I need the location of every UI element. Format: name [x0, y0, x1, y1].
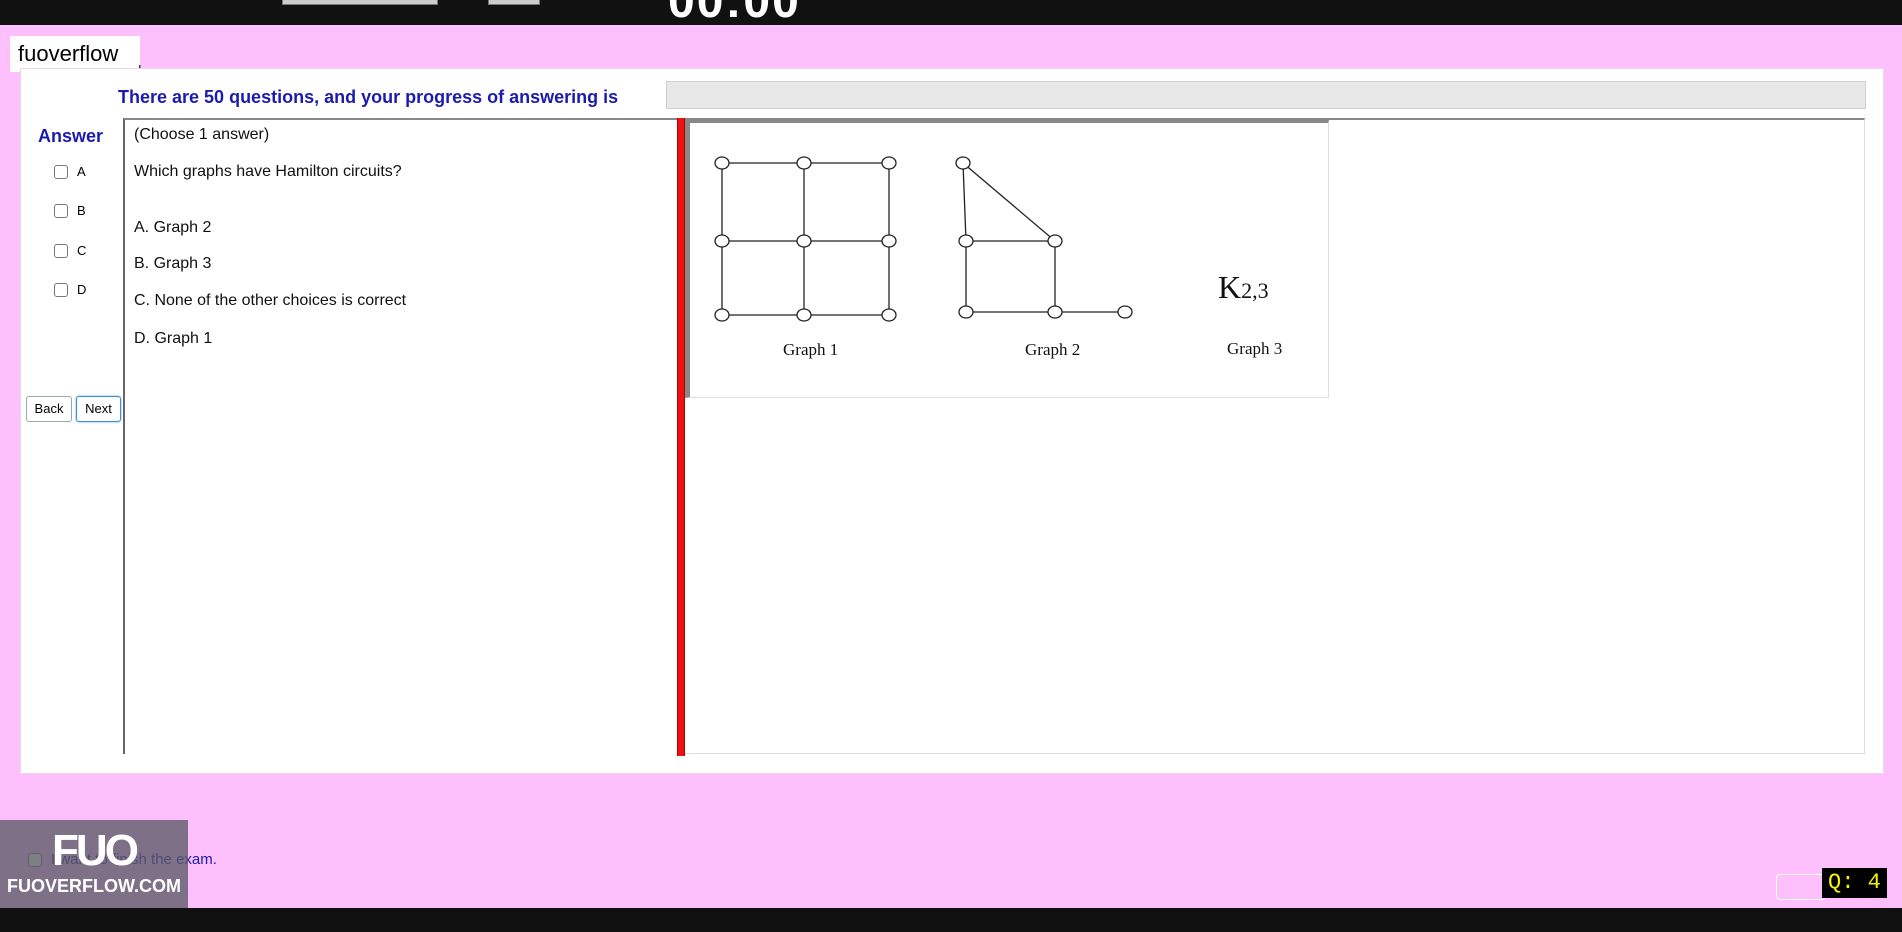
- logo-text: FUOVERFLOW.COM: [7, 876, 181, 896]
- graph-3-label: Graph 3: [1227, 339, 1282, 358]
- k23-symbol: K2,3: [1218, 269, 1269, 305]
- timer-display: 00:00: [668, 0, 801, 25]
- answer-title: Answer: [38, 126, 104, 146]
- graph1-vertex: [881, 156, 897, 170]
- k-subscript: 2,3: [1241, 278, 1269, 303]
- size-select[interactable]: [488, 0, 540, 5]
- checkbox-a[interactable]: [54, 164, 68, 179]
- choice-c: C. None of the other choices is correct: [134, 292, 407, 309]
- graph-1-label: Graph 1: [783, 340, 838, 359]
- choice-b: B. Graph 3: [134, 255, 212, 272]
- graph-2-label: Graph 2: [1025, 340, 1080, 359]
- graph1-vertex: [714, 234, 730, 248]
- checkbox-d[interactable]: [54, 282, 68, 297]
- graph1-vertex: [796, 156, 812, 170]
- answer-option-a[interactable]: A: [54, 164, 86, 179]
- watermark-logo: FUO FUOVERFLOW.COM: [0, 820, 188, 908]
- question-text: Which graphs have Hamilton circuits?: [134, 163, 402, 180]
- graph-2: [962, 162, 1125, 313]
- graph1-vertex: [796, 308, 812, 322]
- logo-mark: FUO: [52, 826, 139, 875]
- question-instruction: (Choose 1 answer): [134, 126, 270, 143]
- next-button[interactable]: Next: [76, 396, 121, 422]
- graph2-vertex: [1047, 305, 1063, 319]
- graph1-vertex: [881, 234, 897, 248]
- answer-option-label: C: [77, 243, 87, 258]
- brand-tab-label: fuoverflow: [18, 41, 119, 66]
- choice-d: D. Graph 1: [134, 330, 213, 347]
- pane-resize-handle[interactable]: [677, 118, 685, 756]
- graph1-vertex: [796, 234, 812, 248]
- graph2-vertex: [958, 234, 974, 248]
- k-letter: K: [1218, 269, 1241, 305]
- font-select[interactable]: [282, 0, 438, 5]
- question-counter: Q: 4: [1822, 868, 1887, 898]
- answer-option-label: B: [77, 203, 86, 218]
- top-bar: 00:00: [0, 0, 1902, 25]
- answer-option-b[interactable]: B: [54, 203, 86, 218]
- back-button[interactable]: Back: [26, 396, 72, 422]
- graph2-vertex: [955, 156, 971, 170]
- answer-option-d[interactable]: D: [54, 282, 86, 297]
- graph1-vertex: [714, 308, 730, 322]
- checkbox-b[interactable]: [54, 203, 68, 218]
- graph1-vertex: [714, 156, 730, 170]
- choice-a: A. Graph 2: [134, 219, 212, 236]
- graph2-vertex: [1047, 234, 1063, 248]
- graphs-diagram: Graph 1 Graph 2 K2,3 Graph 3: [714, 156, 1282, 359]
- answer-option-label: A: [77, 164, 86, 179]
- answer-option-c[interactable]: C: [54, 243, 86, 258]
- graph2-vertex: [958, 305, 974, 319]
- question-figure: Graph 1 Graph 2 K2,3 Graph 3: [685, 120, 1329, 398]
- question-input[interactable]: [1776, 874, 1826, 900]
- bottom-bar: [0, 908, 1902, 932]
- progress-bar: [666, 81, 1866, 109]
- checkbox-c[interactable]: [54, 243, 68, 258]
- brand-tab: fuoverflow |: [10, 36, 142, 78]
- progress-text: There are 50 questions, and your progres…: [118, 87, 619, 107]
- graph2-vertex: [1117, 305, 1133, 319]
- question-pane: [123, 118, 677, 754]
- answer-option-label: D: [77, 282, 87, 297]
- graph1-vertex: [881, 308, 897, 322]
